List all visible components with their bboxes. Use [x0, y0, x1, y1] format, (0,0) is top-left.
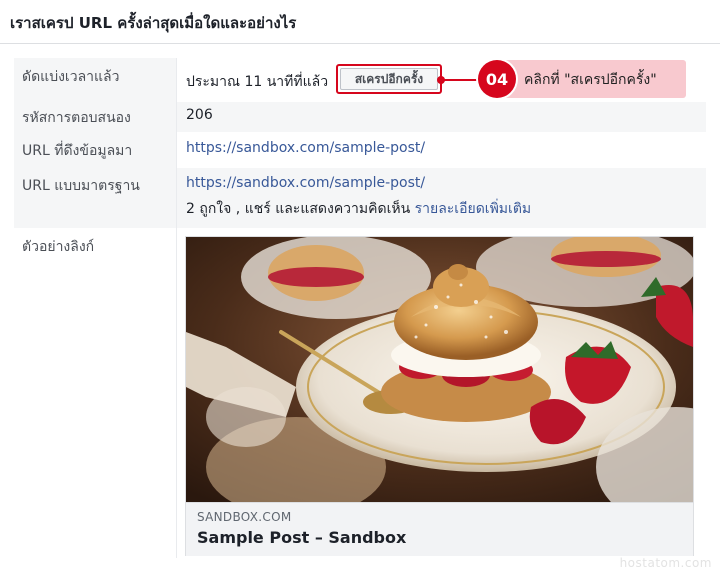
row-label: รหัสการตอบสนอง [14, 102, 176, 132]
preview-domain: SANDBOX.COM [197, 510, 292, 524]
rescrape-button[interactable]: สเครปอีกครั้ง [336, 64, 442, 94]
fetched-time-text: ประมาณ 11 นาทีที่แล้ว [186, 74, 329, 90]
row-value: https://sandbox.com/sample-post/ 2 ถูกใจ… [176, 168, 706, 228]
step-badge: 04 [478, 60, 516, 98]
preview-image [186, 237, 693, 502]
row-value: https://sandbox.com/sample-post/ [176, 132, 706, 168]
row-label: ดัดแบ่งเวลาแล้ว [14, 58, 176, 102]
fetched-url-link[interactable]: https://sandbox.com/sample-post/ [186, 140, 425, 156]
row-value: 206 [176, 102, 706, 132]
callout-text: คลิกที่ "สเครปอีกครั้ง" [524, 72, 657, 88]
preview-title: Sample Post – Sandbox [197, 528, 407, 547]
link-preview-card[interactable]: SANDBOX.COM Sample Post – Sandbox [185, 236, 694, 556]
more-details-link[interactable]: รายละเอียดเพิ่มเติม [415, 201, 532, 217]
preview-info: SANDBOX.COM Sample Post – Sandbox [186, 502, 693, 556]
cream-puff-photo [186, 237, 693, 502]
row-label: ตัวอย่างลิงก์ [14, 228, 176, 558]
row-label: URL ที่ดึงข้อมูลมา [14, 132, 176, 168]
row-label: URL แบบมาตรฐาน [14, 168, 176, 228]
row-canonical-url: URL แบบมาตรฐาน https://sandbox.com/sampl… [14, 168, 706, 228]
engagement-stats: 2 ถูกใจ , แชร์ และแสดงความคิดเห็น [186, 201, 411, 217]
page-title: เราสเครป URL ครั้งล่าสุดเมื่อใดและอย่างไ… [0, 0, 720, 44]
row-fetched-url: URL ที่ดึงข้อมูลมา https://sandbox.com/s… [14, 132, 706, 168]
canonical-url-link[interactable]: https://sandbox.com/sample-post/ [186, 175, 425, 191]
callout-box: คลิกที่ "สเครปอีกครั้ง" [500, 60, 686, 98]
callout-dot [437, 76, 445, 84]
rescrape-button-label[interactable]: สเครปอีกครั้ง [340, 68, 438, 90]
watermark: hostatom.com [619, 556, 712, 570]
row-response-code: รหัสการตอบสนอง 206 [14, 102, 706, 132]
